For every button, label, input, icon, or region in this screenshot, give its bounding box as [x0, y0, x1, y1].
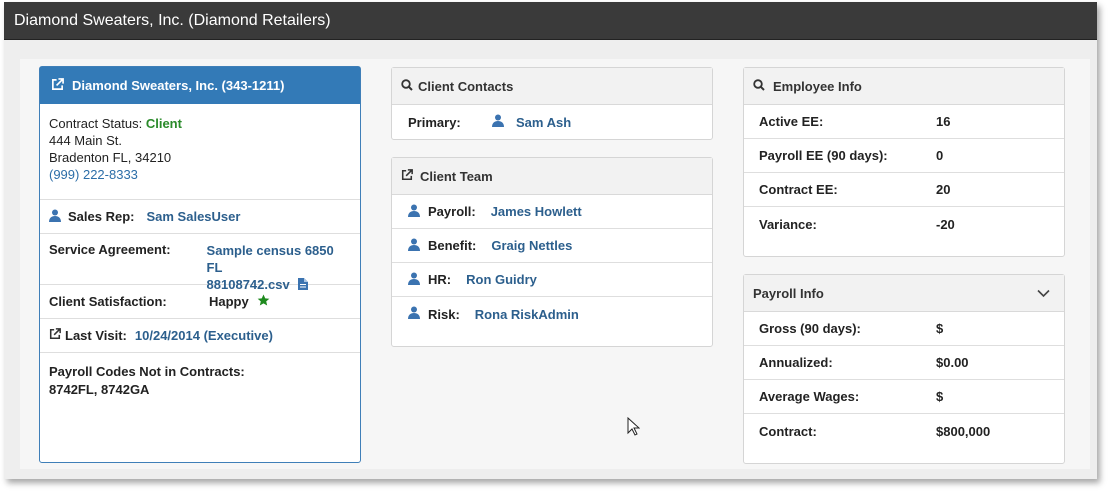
payroll-value: $: [936, 389, 944, 404]
employee-label: Contract EE:: [759, 182, 838, 197]
user-icon: [408, 238, 420, 254]
client-contact-info: Contract Status: Client 444 Main St. Bra…: [40, 104, 360, 200]
satisfaction-value: Happy: [209, 294, 249, 309]
payroll-codes-value: 8742FL, 8742GA: [49, 382, 150, 397]
client-team-title: Client Team: [420, 168, 493, 184]
employee-label: Payroll EE (90 days):: [759, 148, 888, 163]
service-agreement-row: Service Agreement: Sample census 6850 FL…: [40, 234, 360, 292]
team-role-label: Payroll:: [428, 204, 476, 219]
employee-row: Payroll EE (90 days): 0: [744, 139, 1064, 173]
employee-value: 0: [936, 148, 944, 163]
payroll-info-panel: Payroll Info Gross (90 days): $ Annualiz…: [743, 274, 1065, 464]
window-title: Diamond Sweaters, Inc. (Diamond Retailer…: [4, 2, 1097, 40]
client-header[interactable]: Diamond Sweaters, Inc. (343-1211): [40, 67, 360, 104]
user-icon: [408, 272, 420, 288]
employee-label: Variance:: [759, 216, 817, 232]
team-role-label: Risk:: [428, 306, 460, 322]
payroll-label: Gross (90 days):: [759, 321, 861, 336]
external-link-icon: [401, 168, 413, 184]
user-icon: [408, 306, 420, 322]
employee-label: Active EE:: [759, 114, 824, 129]
team-member-row: Payroll: James Howlett: [392, 195, 712, 229]
main-content: Diamond Sweaters, Inc. (343-1211) Contra…: [20, 59, 1090, 469]
payroll-row: Average Wages: $: [744, 380, 1064, 414]
payroll-info-header[interactable]: Payroll Info: [744, 275, 1064, 312]
last-visit-link[interactable]: 10/24/2014 (Executive): [135, 328, 273, 343]
user-icon: [492, 114, 504, 130]
payroll-row: Gross (90 days): $: [744, 312, 1064, 346]
contract-status-value: Client: [145, 116, 182, 131]
search-icon: [753, 78, 765, 94]
service-agreement-link[interactable]: Sample census 6850 FL: [207, 242, 351, 276]
mouse-cursor-icon: [627, 416, 641, 439]
payroll-label: Contract:: [759, 423, 817, 439]
payroll-label: Average Wages:: [759, 389, 860, 404]
client-team-header[interactable]: Client Team: [392, 158, 712, 195]
employee-info-panel: Employee Info Active EE: 16 Payroll EE (…: [743, 67, 1065, 257]
address-line2: Bradenton FL, 34210: [49, 150, 172, 165]
client-contacts-panel: Client Contacts Primary: Sam Ash: [391, 67, 713, 140]
external-link-icon: [51, 77, 64, 94]
address-line1: 444 Main St.: [49, 133, 122, 148]
team-member-link[interactable]: Ron Guidry: [466, 272, 537, 287]
sales-rep-link[interactable]: Sam SalesUser: [146, 209, 240, 224]
team-role-label: HR:: [428, 272, 452, 287]
team-member-row: HR: Ron Guidry: [392, 263, 712, 297]
employee-value: -20: [936, 216, 955, 232]
payroll-codes-label: Payroll Codes Not in Contracts:: [49, 364, 245, 379]
payroll-row: Annualized: $0.00: [744, 346, 1064, 380]
team-member-row: Benefit: Graig Nettles: [392, 229, 712, 263]
chevron-down-icon[interactable]: [1037, 286, 1050, 301]
primary-contact-row: Primary: Sam Ash: [392, 105, 712, 139]
payroll-codes-section: Payroll Codes Not in Contracts: 8742FL, …: [40, 353, 360, 409]
team-role-label: Benefit:: [428, 238, 477, 253]
contract-status-label: Contract Status:: [49, 116, 143, 131]
client-contacts-title: Client Contacts: [418, 78, 514, 94]
payroll-info-title: Payroll Info: [753, 285, 824, 301]
payroll-row: Contract: $800,000: [744, 414, 1064, 448]
primary-contact-link[interactable]: Sam Ash: [516, 115, 571, 130]
payroll-value: $0.00: [936, 355, 969, 370]
employee-value: 20: [936, 182, 951, 197]
employee-value: 16: [936, 114, 951, 129]
client-header-title: Diamond Sweaters, Inc. (343-1211): [72, 78, 285, 93]
employee-info-title: Employee Info: [773, 78, 862, 94]
sales-rep-row: Sales Rep: Sam SalesUser: [40, 200, 360, 234]
phone-link[interactable]: (999) 222-8333: [49, 166, 351, 183]
team-member-link[interactable]: Rona RiskAdmin: [475, 307, 579, 322]
client-contacts-header: Client Contacts: [392, 68, 712, 105]
payroll-value: $800,000: [936, 423, 991, 439]
last-visit-label: Last Visit:: [65, 328, 127, 343]
service-agreement-link-2[interactable]: 88108742.csv: [207, 277, 290, 292]
star-icon: [257, 294, 270, 310]
team-member-link[interactable]: Graig Nettles: [491, 238, 572, 253]
external-link-icon[interactable]: [49, 328, 61, 343]
employee-info-header: Employee Info: [744, 68, 1064, 105]
primary-label: Primary:: [408, 114, 461, 130]
user-icon: [408, 204, 420, 220]
employee-row: Contract EE: 20: [744, 173, 1064, 207]
payroll-label: Annualized:: [759, 355, 833, 370]
file-icon[interactable]: [298, 277, 309, 294]
client-team-panel: Client Team Payroll: James Howlett Benef…: [391, 157, 713, 347]
sales-rep-label: Sales Rep:: [68, 209, 135, 224]
satisfaction-label: Client Satisfaction:: [49, 294, 167, 309]
payroll-value: $: [936, 321, 944, 336]
team-member-row: Risk: Rona RiskAdmin: [392, 297, 712, 331]
user-icon: [49, 209, 61, 225]
last-visit-row: Last Visit: 10/24/2014 (Executive): [40, 319, 360, 353]
team-member-link[interactable]: James Howlett: [491, 204, 582, 219]
employee-row: Active EE: 16: [744, 105, 1064, 139]
employee-row: Variance: -20: [744, 207, 1064, 241]
client-summary-panel: Diamond Sweaters, Inc. (343-1211) Contra…: [39, 66, 361, 463]
search-icon: [401, 78, 413, 94]
service-agreement-label: Service Agreement:: [49, 242, 171, 257]
app-window: Diamond Sweaters, Inc. (Diamond Retailer…: [4, 2, 1097, 479]
